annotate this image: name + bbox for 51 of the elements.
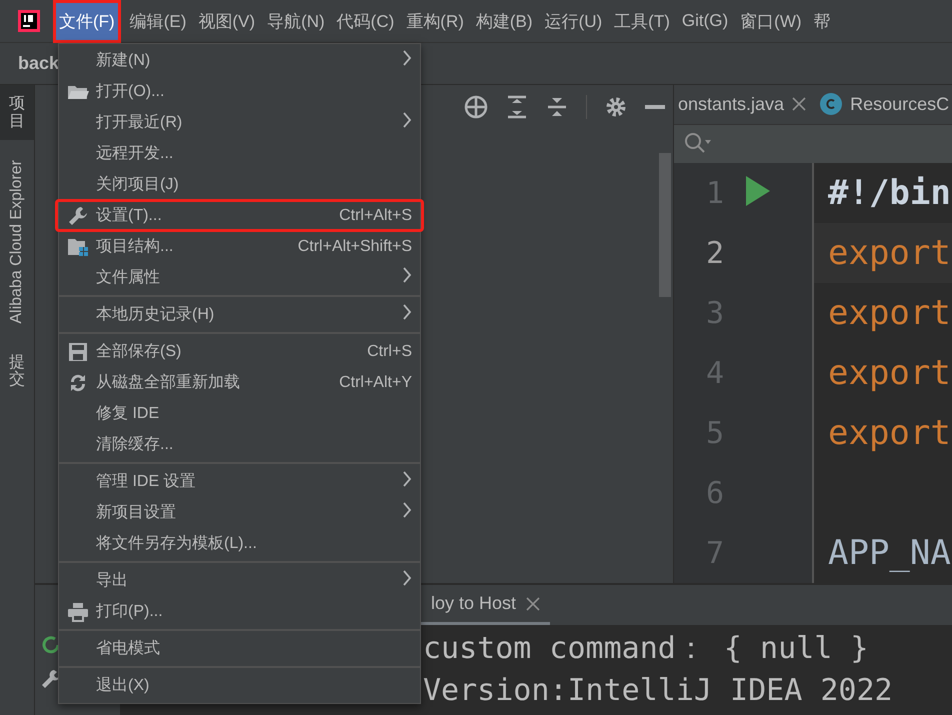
menu-item[interactable]: 导航(N) (261, 0, 331, 42)
menu-item[interactable]: 关闭项目(J) (59, 169, 420, 200)
editor-tab[interactable]: onstants.java (674, 94, 816, 115)
menu-item[interactable]: 设置(T)... Ctrl+Alt+S (56, 200, 423, 231)
menu-item[interactable]: Git(G) (676, 0, 734, 42)
code-line: export (828, 233, 951, 273)
menu-item[interactable]: 构建(B) (470, 0, 539, 42)
menu-item[interactable]: 帮 (808, 0, 837, 42)
menu-item[interactable]: 工具(T) (608, 0, 676, 42)
menu-item[interactable]: 重构(R) (400, 0, 470, 42)
menu-item[interactable]: 导出 (59, 565, 420, 596)
menu-item[interactable]: 视图(V) (192, 0, 262, 42)
tool-window-button[interactable]: 提交 (0, 344, 34, 400)
menu-item[interactable]: 管理 IDE 设置 (59, 466, 420, 497)
menu-item[interactable]: 打印(P)... (59, 596, 420, 627)
project-title: back (18, 53, 60, 74)
menu-item[interactable]: 省电模式 (59, 633, 420, 664)
line-number: 2 (704, 236, 724, 270)
menu-item[interactable]: 项目结构... Ctrl+Alt+Shift+S (59, 231, 420, 262)
shortcut: Ctrl+Alt+S (339, 206, 412, 224)
menu-item[interactable]: 将文件另存为模板(L)... (59, 528, 420, 559)
menu-item[interactable]: 从磁盘全部重新加载 Ctrl+Alt+Y (59, 367, 420, 398)
code-line: export (828, 293, 951, 333)
menu-item[interactable]: 本地历史记录(H) (59, 299, 420, 330)
editor-tab[interactable]: ResourcesC (816, 93, 952, 116)
code-line: export (828, 413, 951, 453)
code-line: APP_NA (828, 533, 951, 573)
menu-item[interactable]: 窗口(W) (734, 0, 808, 42)
shortcut: Ctrl+Alt+Shift+S (298, 238, 412, 256)
menu-item[interactable]: 退出(X) (59, 670, 420, 701)
menu-item[interactable]: 代码(C) (330, 0, 400, 42)
menu-item[interactable]: 清除缓存... (59, 429, 420, 460)
menu-item[interactable]: 远程开发... (59, 138, 420, 169)
menu-item[interactable]: 全部保存(S) Ctrl+S (59, 336, 420, 367)
menu-item[interactable]: 新建(N) (59, 45, 420, 76)
menu-item[interactable]: 文件(F) (53, 0, 121, 42)
menu-item[interactable]: 编辑(E) (124, 0, 192, 42)
shortcut: Ctrl+Alt+Y (339, 374, 412, 392)
menu-item[interactable]: 文件属性 (59, 262, 420, 293)
tool-window-button[interactable]: 项目 (0, 85, 34, 140)
console-line: Version:IntelliJ IDEA 2022 (423, 673, 894, 709)
shortcut: Ctrl+S (367, 342, 412, 360)
menu-item[interactable]: 打开最近(R) (59, 107, 420, 138)
menu-item[interactable]: 运行(U) (538, 0, 608, 42)
menu-item[interactable]: 新项目设置 (59, 497, 420, 528)
console-line: custom command： { null } (423, 631, 870, 667)
code-line: export (828, 353, 951, 393)
menu-item[interactable]: 修复 IDE (59, 398, 420, 429)
code-line: #!/bin (828, 173, 951, 213)
tool-window-button[interactable]: Alibaba Cloud Explorer (0, 150, 34, 334)
menu-item[interactable]: 打开(O)... (59, 76, 420, 107)
